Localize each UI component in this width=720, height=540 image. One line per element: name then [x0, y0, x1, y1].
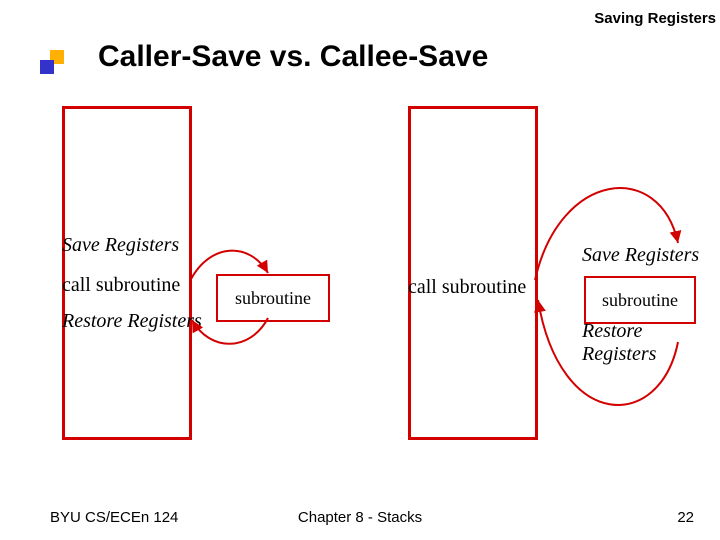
callee-return-arrow [0, 0, 720, 540]
footer-page-number: 22 [677, 509, 694, 526]
footer-left: BYU CS/ECEn 124 [50, 509, 178, 526]
footer-center: Chapter 8 - Stacks [298, 509, 422, 526]
